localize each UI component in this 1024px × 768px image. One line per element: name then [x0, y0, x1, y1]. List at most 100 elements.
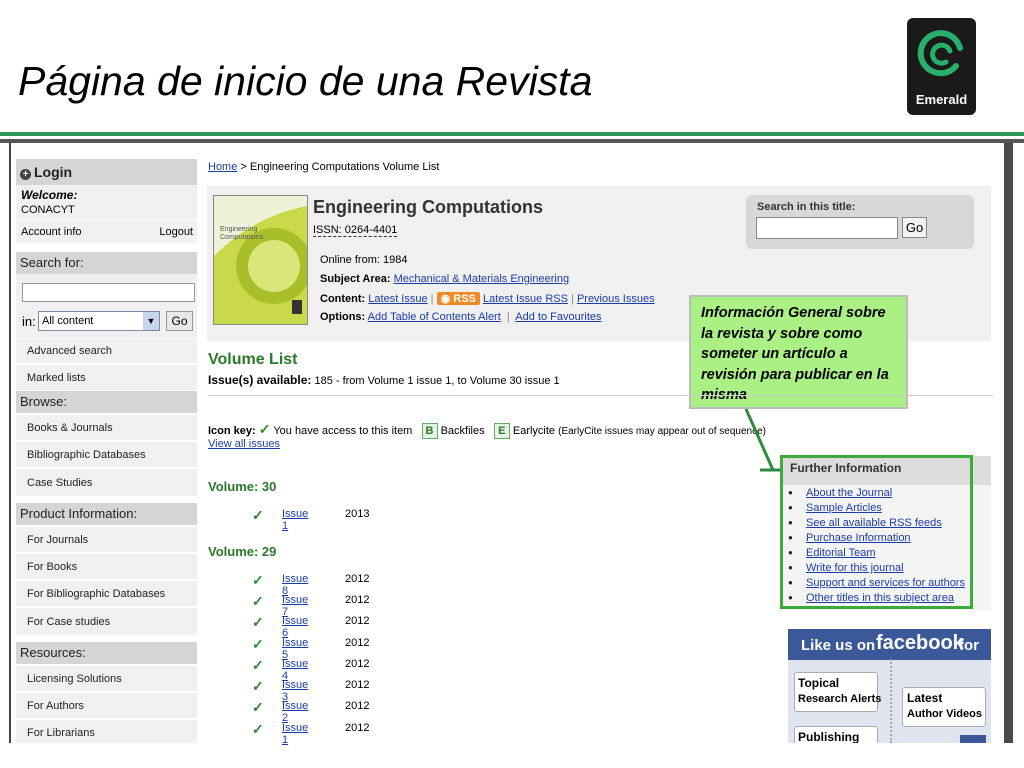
- advanced-search-link[interactable]: Advanced search: [16, 338, 197, 363]
- about-journal-link[interactable]: About the Journal: [806, 487, 892, 499]
- further-info-item: Editorial Team: [788, 547, 876, 559]
- add-toc-alert-link[interactable]: Add Table of Contents Alert: [368, 311, 501, 323]
- search-for-header: Search for:: [16, 252, 197, 274]
- logout-link[interactable]: Logout: [159, 226, 193, 238]
- issue-link[interactable]: Issue 1: [282, 508, 308, 532]
- content-select-value: All content: [42, 315, 94, 327]
- further-info-item: About the Journal: [788, 487, 892, 499]
- search-go-button[interactable]: Go: [166, 311, 193, 331]
- issue-row: ✓ Issue 1 2013: [252, 507, 369, 532]
- access-check-icon: ✓: [252, 678, 264, 694]
- icon-key-row: Icon key: ✓ You have access to this item…: [208, 421, 766, 439]
- sidebar-item-bibliographic-databases[interactable]: Bibliographic Databases: [16, 441, 197, 467]
- issue-row: ✓ Issue 6 2012: [252, 614, 369, 639]
- sidebar-item-books-journals[interactable]: Books & Journals: [16, 414, 197, 440]
- title-search-input[interactable]: [756, 217, 898, 239]
- issue-link[interactable]: Issue 2: [282, 700, 308, 724]
- access-check-icon: ✓: [252, 614, 264, 630]
- issue-year: 2012: [345, 615, 370, 627]
- issues-available-label: Issue(s) available:: [208, 373, 312, 387]
- issue-year: 2012: [345, 722, 370, 734]
- other-titles-link[interactable]: Other titles in this subject area: [806, 592, 954, 604]
- issue-row: ✓ Issue 7 2012: [252, 593, 369, 618]
- topical-alerts-card: Topical Research Alerts: [794, 672, 882, 712]
- further-info-item: Support and services for authors: [788, 577, 965, 589]
- sidebar-item-for-books[interactable]: For Books: [16, 553, 197, 579]
- purchase-information-link[interactable]: Purchase Information: [806, 532, 911, 544]
- sidebar-item-for-journals[interactable]: For Journals: [16, 526, 197, 552]
- facebook-like-text: Like us on: [801, 637, 876, 654]
- key-access-text: You have access to this item: [273, 425, 413, 437]
- sidebar-item-for-case-studies[interactable]: For Case studies: [16, 607, 197, 635]
- further-info-heading: Further Information: [790, 461, 902, 475]
- emerald-logo: Emerald: [907, 18, 976, 115]
- further-info-item: Sample Articles: [788, 502, 882, 514]
- info-callout: Información General sobre la revista y s…: [689, 295, 908, 409]
- breadcrumb: Home > Engineering Computations Volume L…: [208, 161, 439, 173]
- backfiles-badge-icon: B: [421, 423, 438, 439]
- latest-issue-rss-link[interactable]: Latest Issue RSS: [483, 293, 568, 305]
- volume-30-heading: Volume: 30: [208, 479, 277, 494]
- sidebar-item-case-studies[interactable]: Case Studies: [16, 468, 197, 496]
- key-earlycite-note: (EarlyCite issues may appear out of sequ…: [558, 426, 766, 437]
- research-alerts-text: Research Alerts: [798, 693, 882, 705]
- issue-link[interactable]: Issue 1: [282, 722, 308, 746]
- issue-year: 2013: [345, 508, 370, 520]
- breadcrumb-separator: >: [240, 161, 247, 173]
- subject-area-link[interactable]: Mechanical & Materials Engineering: [394, 273, 569, 285]
- facebook-for-text: for: [959, 637, 979, 654]
- author-videos-card: Latest Author Videos: [902, 687, 986, 727]
- search-input[interactable]: [22, 283, 195, 302]
- content-select[interactable]: All content ▼: [38, 311, 160, 331]
- content-row: Content: Latest Issue | ◉ RSS Latest Iss…: [320, 292, 655, 305]
- sample-articles-link[interactable]: Sample Articles: [806, 502, 882, 514]
- issue-row: ✓ Issue 8 2012: [252, 572, 369, 597]
- access-check-icon: ✓: [252, 593, 264, 609]
- journal-cover-image[interactable]: Engineering Computations: [213, 195, 308, 325]
- screenshot-scrollbar[interactable]: [1004, 143, 1013, 743]
- view-all-issues-link[interactable]: View all issues: [208, 438, 280, 450]
- title-search-go-button[interactable]: Go: [902, 217, 927, 238]
- sidebar-item-for-bibliographic-databases[interactable]: For Bibliographic Databases: [16, 580, 197, 606]
- issue-year: 2012: [345, 637, 370, 649]
- issue-year: 2012: [345, 658, 370, 670]
- issue-row: ✓ Issue 2 2012: [252, 699, 369, 724]
- login-label: Login: [34, 164, 73, 180]
- issues-available-text: 185 - from Volume 1 issue 1, to Volume 3…: [314, 375, 560, 387]
- issue-link[interactable]: Issue 6: [282, 615, 308, 639]
- access-check-icon: ✓: [252, 657, 264, 673]
- sidebar-item-for-authors[interactable]: For Authors: [16, 692, 197, 718]
- further-info-item: Write for this journal: [788, 562, 904, 574]
- issue-row: ✓ Issue 4 2012: [252, 657, 369, 682]
- add-to-favourites-link[interactable]: Add to Favourites: [515, 311, 601, 323]
- breadcrumb-home-link[interactable]: Home: [208, 161, 237, 173]
- marked-lists-link[interactable]: Marked lists: [16, 364, 197, 390]
- further-info-item: Purchase Information: [788, 532, 911, 544]
- previous-issues-link[interactable]: Previous Issues: [577, 293, 655, 305]
- gray-divider: [0, 139, 1024, 143]
- rss-feeds-link[interactable]: See all available RSS feeds: [806, 517, 942, 529]
- latest-issue-link[interactable]: Latest Issue: [368, 293, 427, 305]
- sidebar-item-for-librarians[interactable]: For Librarians: [16, 719, 197, 743]
- rss-label: RSS: [453, 293, 476, 305]
- issue-year: 2012: [345, 573, 370, 585]
- cover-art-icon: [214, 196, 307, 324]
- sidebar-item-licensing-solutions[interactable]: Licensing Solutions: [16, 665, 197, 691]
- access-check-icon: ✓: [252, 572, 264, 588]
- search-box: in: All content ▼ Go: [16, 274, 197, 338]
- publishing-card: Publishing: [794, 726, 878, 743]
- support-authors-link[interactable]: Support and services for authors: [806, 577, 965, 589]
- volume-29-heading: Volume: 29: [208, 544, 277, 559]
- volume-divider: [208, 395, 993, 396]
- editorial-team-link[interactable]: Editorial Team: [806, 547, 876, 559]
- rss-badge[interactable]: ◉ RSS: [436, 292, 480, 305]
- login-header[interactable]: + Login: [16, 159, 197, 185]
- write-for-journal-link[interactable]: Write for this journal: [806, 562, 904, 574]
- account-info-link[interactable]: Account info: [21, 226, 82, 238]
- facebook-banner[interactable]: Like us on facebook for Topical Research…: [788, 629, 991, 743]
- access-check-icon: ✓: [252, 636, 264, 652]
- subject-area-row: Subject Area: Mechanical & Materials Eng…: [320, 273, 569, 285]
- content-label: Content:: [320, 293, 366, 305]
- issue-row: ✓ Issue 3 2012: [252, 678, 369, 703]
- subject-area-label: Subject Area:: [320, 273, 391, 285]
